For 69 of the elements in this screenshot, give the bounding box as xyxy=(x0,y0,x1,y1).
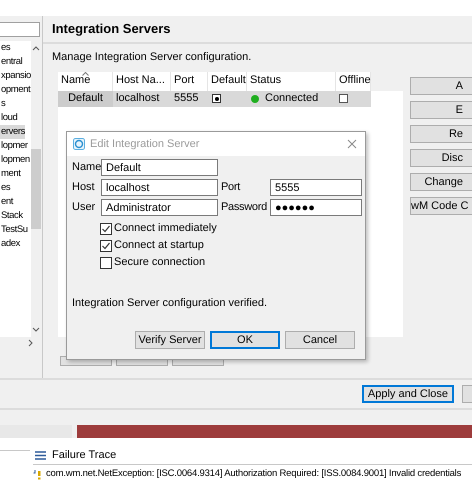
text-field[interactable]: localhost xyxy=(101,179,218,196)
field-label: Port xyxy=(221,180,242,196)
side-button[interactable]: A xyxy=(410,76,472,94)
table-cell: Default xyxy=(58,90,113,106)
apply-close-button[interactable]: Apply and Close xyxy=(362,385,454,403)
field-label: Name xyxy=(72,160,101,176)
column-header[interactable]: Offline xyxy=(336,72,371,90)
tree-item[interactable]: ervers xyxy=(0,125,25,139)
sort-caret-icon xyxy=(82,72,89,76)
tree-item[interactable]: adex xyxy=(0,237,20,251)
dialog-button[interactable]: OK xyxy=(210,331,280,349)
list-icon xyxy=(35,451,46,460)
close-icon[interactable] xyxy=(347,139,357,149)
scroll-up-icon[interactable] xyxy=(32,45,40,51)
text-field[interactable]: ●●●●●● xyxy=(270,199,362,216)
scroll-right-icon[interactable] xyxy=(28,339,34,347)
table-cell: 5555 xyxy=(171,90,208,106)
scroll-down-icon[interactable] xyxy=(32,327,40,333)
page-description: Manage Integration Server configuration. xyxy=(52,50,252,65)
checkbox-label: Connect at startup xyxy=(114,238,204,254)
tree-item[interactable]: lopmer xyxy=(0,139,28,153)
tree-item[interactable]: ment xyxy=(0,167,21,181)
radio-button[interactable] xyxy=(212,94,221,103)
tree-item[interactable]: es xyxy=(0,41,10,55)
tree-item[interactable]: s xyxy=(0,97,6,111)
checkbox-label: Secure connection xyxy=(114,255,206,270)
app-icon xyxy=(73,138,85,150)
tree-item[interactable]: xpansio xyxy=(0,69,31,83)
column-header[interactable]: Status xyxy=(247,72,336,90)
column-header[interactable]: Port xyxy=(171,72,208,90)
dialog-button[interactable]: Verify Server xyxy=(135,331,205,349)
dialog-title: Edit Integration Server xyxy=(90,136,200,152)
field-label: User xyxy=(72,200,96,216)
checkbox[interactable] xyxy=(100,240,112,252)
panel-title: Failure Trace xyxy=(52,448,116,464)
field-label: Password xyxy=(221,200,268,216)
field-label: Host xyxy=(72,180,96,196)
tree-item[interactable]: Stack xyxy=(0,209,23,223)
status-message: Integration Server configuration verified. xyxy=(72,296,268,311)
tree-item[interactable]: lopmen xyxy=(0,153,30,167)
filter-field[interactable] xyxy=(0,22,40,37)
text-field[interactable]: Default xyxy=(101,159,218,176)
tree-item[interactable]: loud xyxy=(0,111,18,125)
offline-checkbox[interactable] xyxy=(339,94,348,103)
checkbox[interactable] xyxy=(100,256,112,268)
side-button[interactable]: E xyxy=(410,100,472,118)
side-button[interactable]: Change xyxy=(410,172,472,190)
dialog-button[interactable]: Cancel xyxy=(285,331,355,349)
page-title: Integration Servers xyxy=(52,20,170,38)
scroll-thumb[interactable] xyxy=(31,149,42,229)
side-button[interactable]: wM Code C xyxy=(410,196,472,214)
tree-item[interactable]: es xyxy=(0,181,10,195)
error-icon xyxy=(33,468,42,480)
column-header[interactable]: Name xyxy=(58,72,113,90)
checkbox[interactable] xyxy=(100,222,112,234)
trace-line: com.wm.net.NetException: [ISC.0064.9314] Authorization Required: [ISS.0084.9001] Invalid credentials xyxy=(46,467,462,481)
tree-item[interactable]: entral xyxy=(0,55,22,69)
tree-item[interactable]: TestSu xyxy=(0,223,28,237)
side-button[interactable]: Re xyxy=(410,124,472,142)
text-field[interactable]: Administrator xyxy=(101,199,218,216)
table-cell: localhost xyxy=(113,90,171,106)
checkbox-label: Connect immediately xyxy=(114,221,217,236)
column-header[interactable]: Host Na... xyxy=(113,72,171,90)
side-button[interactable]: Disc xyxy=(410,148,472,166)
column-header[interactable]: Default xyxy=(208,72,247,90)
tree-item[interactable]: ent xyxy=(0,195,14,209)
tree-item[interactable]: opment xyxy=(0,83,30,97)
text-field[interactable]: 5555 xyxy=(270,179,362,196)
status-text: Connected xyxy=(265,91,318,106)
